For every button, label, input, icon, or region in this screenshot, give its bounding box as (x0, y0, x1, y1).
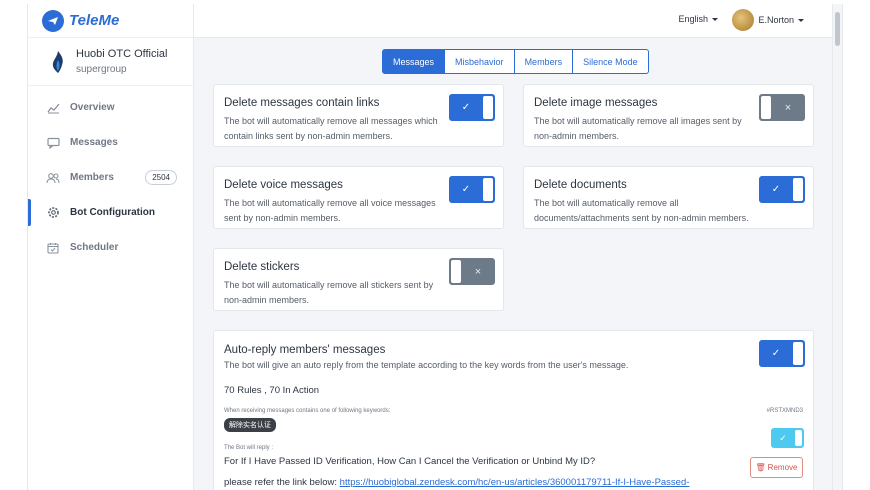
close-icon: × (784, 101, 792, 114)
trash-icon: 🗑 (755, 463, 766, 472)
scrollbar[interactable] (832, 4, 842, 490)
huobi-logo-icon (48, 49, 68, 75)
tab-members[interactable]: Members (513, 49, 574, 74)
config-tabs: Messages Misbehavior Members Silence Mod… (382, 49, 649, 74)
toggle-delete-voice[interactable]: ✓ (449, 176, 495, 203)
top-bar: English E.Norton (194, 4, 842, 38)
members-count-badge: 2504 (145, 170, 177, 185)
rule-code: #RSTXMND3 (766, 408, 803, 414)
sidebar-item-label: Overview (70, 102, 115, 113)
reply-question: For If I Have Passed ID Verification, Ho… (224, 456, 596, 467)
brand[interactable]: TeleMe (28, 4, 193, 38)
sidebar-item-scheduler[interactable]: Scheduler (28, 230, 193, 265)
gear-icon (46, 206, 60, 220)
card-delete-links: Delete messages contain links The bot wi… (213, 84, 504, 147)
auto-reply-title: Auto-reply members' messages (224, 344, 386, 356)
sidebar-item-label: Bot Configuration (70, 207, 155, 218)
reply-link[interactable]: https://huobiglobal.zendesk.com/hc/en-us… (340, 477, 690, 488)
sidebar-item-members[interactable]: Members 2504 (28, 160, 193, 195)
toggle-rule[interactable]: ✓ (771, 428, 804, 448)
toggle-auto-reply[interactable]: ✓ (759, 340, 805, 367)
remove-button[interactable]: 🗑 Remove (750, 457, 803, 478)
sidebar: TeleMe Huobi OTC Official supergroup Ove… (28, 4, 194, 490)
card-delete-documents: Delete documents The bot will automatica… (523, 166, 814, 229)
card-description: The bot will automatically remove all do… (534, 198, 749, 223)
card-title: Delete image messages (534, 97, 658, 109)
chat-icon (46, 136, 60, 150)
card-title: Delete documents (534, 179, 627, 191)
chevron-down-icon (712, 18, 718, 22)
sidebar-item-bot-configuration[interactable]: Bot Configuration (28, 195, 193, 230)
chevron-down-icon (798, 18, 804, 22)
sidebar-item-label: Messages (70, 137, 118, 148)
close-icon: × (474, 265, 482, 278)
card-description: The bot will automatically remove all me… (224, 116, 438, 141)
group-subtitle: supergroup (76, 64, 127, 75)
check-icon: ✓ (461, 102, 471, 113)
card-delete-images: Delete image messages The bot will autom… (523, 84, 814, 147)
scroll-thumb[interactable] (835, 12, 840, 46)
card-description: The bot will automatically remove all st… (224, 280, 434, 305)
keywords-label: When receiving messages contains one of … (224, 408, 391, 414)
tab-messages[interactable]: Messages (382, 49, 446, 74)
toggle-delete-stickers[interactable]: × (449, 258, 495, 285)
card-delete-stickers: Delete stickers The bot will automatical… (213, 248, 504, 311)
teleme-logo-icon (42, 9, 64, 32)
check-icon: ✓ (771, 348, 781, 359)
chart-icon (46, 101, 60, 115)
group-header[interactable]: Huobi OTC Official supergroup (28, 38, 193, 86)
username: E.Norton (758, 15, 794, 25)
card-title: Delete voice messages (224, 179, 343, 191)
card-description: The bot will automatically remove all vo… (224, 198, 436, 223)
check-icon: ✓ (771, 184, 781, 195)
language-selector[interactable]: English (678, 14, 718, 24)
card-title: Delete messages contain links (224, 97, 380, 109)
sidebar-nav: Overview Messages Members 2504 Bot Confi… (28, 86, 193, 265)
calendar-icon (46, 241, 60, 255)
language-label: English (678, 14, 708, 24)
reply-link-prefix: please refer the link below: (224, 477, 340, 488)
card-title: Delete stickers (224, 261, 300, 273)
sidebar-item-label: Scheduler (70, 242, 119, 253)
app-window: TeleMe Huobi OTC Official supergroup Ove… (27, 4, 843, 490)
card-delete-voice: Delete voice messages The bot will autom… (213, 166, 504, 229)
toggle-delete-links[interactable]: ✓ (449, 94, 495, 121)
avatar (732, 9, 755, 31)
sidebar-item-overview[interactable]: Overview (28, 90, 193, 125)
remove-label: Remove (767, 463, 798, 472)
group-title: Huobi OTC Official (76, 48, 168, 60)
toggle-delete-images[interactable]: × (759, 94, 805, 121)
auto-reply-description: The bot will give an auto reply from the… (224, 360, 629, 370)
brand-name: TeleMe (69, 12, 120, 29)
sidebar-item-messages[interactable]: Messages (28, 125, 193, 160)
keyword-chip[interactable]: 解除实名认证 (224, 418, 276, 432)
card-auto-reply: Auto-reply members' messages The bot wil… (213, 330, 814, 490)
toggle-delete-documents[interactable]: ✓ (759, 176, 805, 203)
tab-silence-mode[interactable]: Silence Mode (572, 49, 649, 74)
sidebar-item-label: Members (70, 172, 114, 183)
reply-label: The Bot will reply : (224, 445, 274, 451)
check-icon: ✓ (461, 184, 471, 195)
reply-link-line: please refer the link below: https://huo… (224, 477, 689, 488)
tab-misbehavior[interactable]: Misbehavior (444, 49, 515, 74)
check-icon: ✓ (779, 432, 787, 443)
users-icon (46, 171, 60, 185)
rules-count: 70 Rules , 70 In Action (224, 385, 320, 396)
user-menu[interactable]: E.Norton (732, 9, 804, 31)
card-description: The bot will automatically remove all im… (534, 116, 742, 141)
